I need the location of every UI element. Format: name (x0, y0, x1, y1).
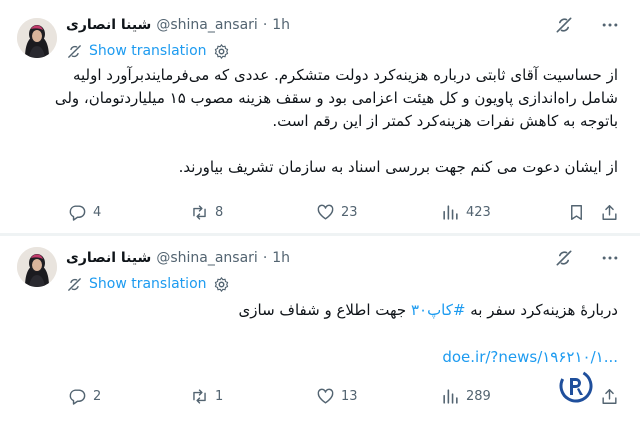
retweet-icon (190, 387, 209, 406)
retweet-count: 1 (215, 388, 224, 404)
retweet-icon (190, 203, 209, 222)
like-button[interactable]: 23 (316, 200, 358, 224)
tweet-text-line: از حساسیت آقای ثابتی درباره هزینه‌کرد دو… (72, 66, 618, 84)
tweet-text-line: باتوجه به کاهش نفرات هزینه‌کرد کمتر از ا… (272, 112, 618, 130)
tweet-header: شینا انصاری @shina_ansari · 1h (66, 15, 560, 35)
share-button[interactable] (600, 384, 619, 408)
show-translation-label[interactable]: Show translation (89, 276, 207, 292)
reply-count: 4 (93, 204, 102, 220)
heart-icon (316, 387, 335, 406)
tweet-text: دربارهٔ هزینه‌کرد سفر به #کاپ۳۰ جهت اطلا… (66, 299, 618, 322)
author-name[interactable]: شینا انصاری (66, 250, 151, 266)
views-button[interactable]: 289 (441, 384, 491, 408)
retweet-button[interactable]: 8 (190, 200, 223, 224)
tweet-text-line: از ایشان دعوت می کنم جهت بررسی اسناد به … (178, 158, 618, 176)
show-translation[interactable]: Show translation (66, 41, 230, 61)
retweet-count: 8 (215, 204, 224, 220)
views-count: 289 (466, 388, 491, 404)
reply-button[interactable]: 2 (68, 384, 101, 408)
reply-icon (68, 387, 87, 406)
grok-icon (66, 276, 83, 293)
more-icon[interactable] (600, 15, 620, 35)
views-icon (441, 387, 460, 406)
views-button[interactable]: 423 (441, 200, 491, 224)
tweet-text: از حساسیت آقای ثابتی درباره هزینه‌کرد دو… (54, 64, 618, 179)
grok-icon[interactable] (554, 248, 574, 268)
views-icon (441, 203, 460, 222)
grok-icon (66, 43, 83, 60)
avatar[interactable] (17, 18, 57, 58)
tweet-top-actions (554, 15, 620, 35)
like-count: 23 (341, 204, 358, 220)
author-handle[interactable]: @shina_ansari (156, 250, 257, 266)
author-handle[interactable]: @shina_ansari (156, 17, 257, 33)
tweet-text-line: شامل راه‌اندازی پاویون و کل هیئت اعزامی … (54, 89, 618, 107)
tweet-actions: 4 8 23 423 (0, 200, 640, 224)
gear-icon[interactable] (213, 276, 230, 293)
reply-button[interactable]: 4 (68, 200, 101, 224)
show-translation[interactable]: Show translation (66, 274, 230, 294)
tweet-text-part: جهت اطلاع و شفاف سازی (238, 301, 411, 319)
like-button[interactable]: 13 (316, 384, 358, 408)
tweet-text-line: دربارهٔ هزینه‌کرد سفر به #کاپ۳۰ جهت اطلا… (66, 299, 618, 322)
heart-icon (316, 203, 335, 222)
bookmark-button[interactable] (567, 200, 586, 224)
more-icon[interactable] (600, 248, 620, 268)
tweet-text-part: دربارهٔ هزینه‌کرد سفر به (465, 301, 618, 319)
share-button[interactable] (600, 200, 619, 224)
retweet-button[interactable]: 1 (190, 384, 223, 408)
tweet[interactable]: شینا انصاری @shina_ansari · 1h Show tran… (0, 0, 640, 233)
hashtag-link[interactable]: #کاپ۳۰ (411, 301, 466, 319)
tweet-actions: 2 1 13 289 (0, 384, 640, 408)
grok-icon[interactable] (554, 15, 574, 35)
tweet-link[interactable]: doe.ir/?news/۱۹۶۲۱۰/۱... (442, 348, 618, 366)
avatar[interactable] (17, 247, 57, 287)
separator: · (262, 17, 268, 33)
like-count: 13 (341, 388, 358, 404)
show-translation-label[interactable]: Show translation (89, 43, 207, 59)
reply-icon (68, 203, 87, 222)
tweet-text-line (66, 133, 618, 156)
tweet-header: شینا انصاری @shina_ansari · 1h (66, 248, 560, 268)
share-icon (600, 203, 619, 222)
tweet-top-actions (554, 248, 620, 268)
separator: · (262, 250, 268, 266)
gear-icon[interactable] (213, 43, 230, 60)
timestamp[interactable]: 1h (272, 250, 290, 266)
views-count: 423 (466, 204, 491, 220)
tweet[interactable]: شینا انصاری @shina_ansari · 1h Show tran… (0, 236, 640, 421)
author-name[interactable]: شینا انصاری (66, 17, 151, 33)
share-icon (600, 387, 619, 406)
bookmark-icon (567, 203, 586, 222)
timestamp[interactable]: 1h (272, 17, 290, 33)
reply-count: 2 (93, 388, 102, 404)
